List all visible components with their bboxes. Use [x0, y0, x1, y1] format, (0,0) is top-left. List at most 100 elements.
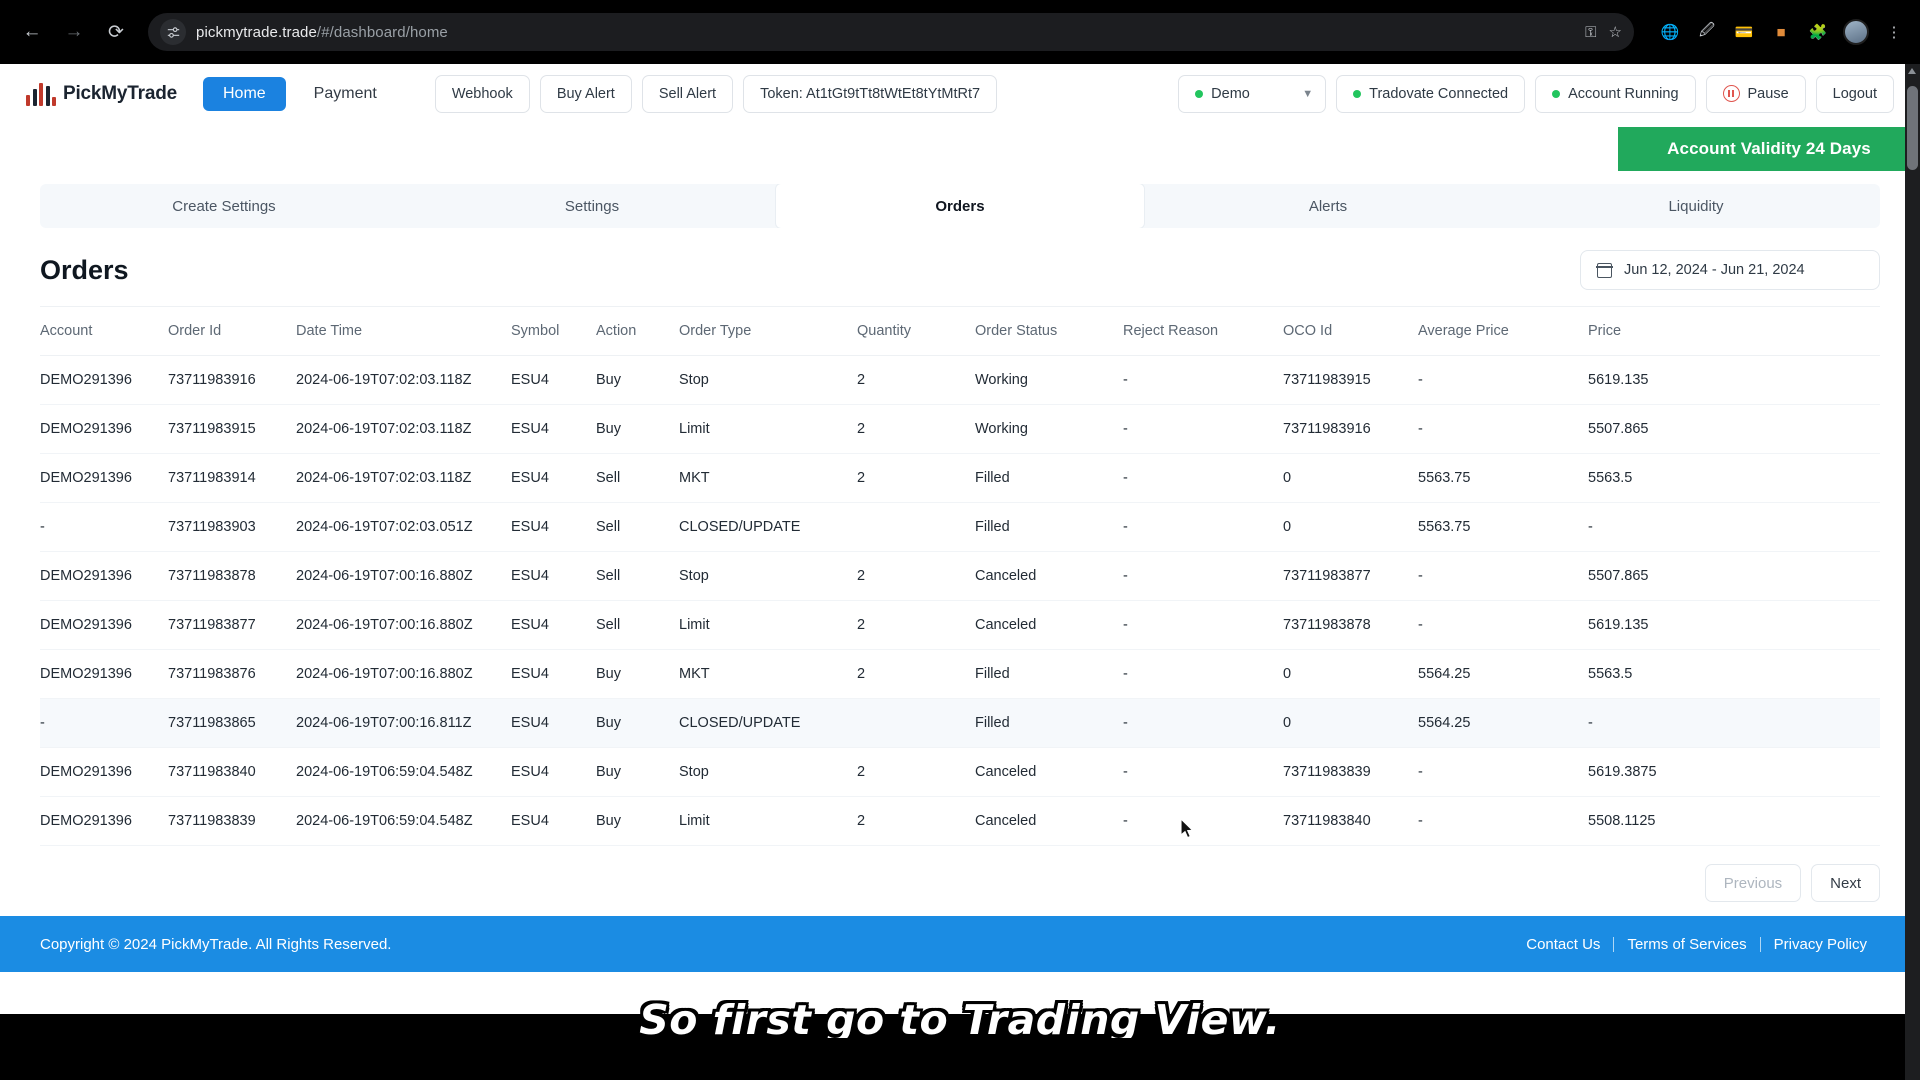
table-row[interactable]: DEMO291396 73711983915 2024-06-19T07:02:03…: [40, 404, 1880, 454]
footer-link-contact-us[interactable]: Contact Us: [1513, 936, 1613, 953]
brand-name: PickMyTrade: [63, 82, 177, 104]
cell-quantity: 2: [857, 600, 975, 650]
previous-page-button[interactable]: Previous: [1704, 864, 1802, 902]
cell-quantity: [857, 698, 975, 748]
next-page-button[interactable]: Next: [1811, 864, 1880, 902]
nav-item-home[interactable]: Home: [202, 76, 286, 111]
extension-globe-icon[interactable]: 🌐: [1658, 20, 1682, 44]
star-icon[interactable]: ☆: [1609, 23, 1622, 41]
cell-quantity: 2: [857, 551, 975, 601]
page-footer: Copyright © 2024 PickMyTrade. All Rights…: [0, 916, 1920, 972]
scrollbar-thumb[interactable]: [1907, 86, 1918, 170]
tab-liquidity[interactable]: Liquidity: [1512, 184, 1880, 228]
cell-oco-id: 73711983839: [1283, 747, 1418, 797]
pause-icon: [1722, 85, 1740, 102]
cell-symbol: ESU4: [511, 355, 596, 405]
video-caption-overlay: So first go to Trading View.: [639, 996, 1281, 1044]
table-row[interactable]: DEMO291396 73711983877 2024-06-19T07:00:16…: [40, 600, 1880, 650]
address-bar[interactable]: pickmytrade.trade/#/dashboard/home ⚿ ☆: [148, 13, 1634, 51]
cell-oco-id: 0: [1283, 698, 1418, 748]
cell-symbol: ESU4: [511, 796, 596, 846]
nav-item-payment[interactable]: Payment: [296, 77, 395, 111]
table-row[interactable]: -73711983865 2024-06-19T07:00:16.811Z ESU4…: [40, 698, 1880, 748]
cell-action: Buy: [596, 355, 679, 405]
status-dot-icon: [1552, 89, 1561, 98]
extensions-puzzle-icon[interactable]: 🧩: [1806, 20, 1830, 44]
tradovate-connected-status[interactable]: Tradovate Connected: [1336, 74, 1526, 113]
cell-order-type: Stop: [679, 355, 857, 405]
cell-order-type: Limit: [679, 796, 857, 846]
back-arrow-icon[interactable]: ←: [14, 14, 50, 50]
cell-quantity: 2: [857, 404, 975, 454]
password-key-icon[interactable]: ⚿: [1585, 24, 1596, 41]
kebab-menu-icon[interactable]: ⋮: [1882, 20, 1906, 44]
table-row[interactable]: DEMO291396 73711983916 2024-06-19T07:02:03…: [40, 355, 1880, 405]
cell-oco-id: 73711983916: [1283, 404, 1418, 454]
site-settings-icon[interactable]: [160, 19, 186, 45]
cell-quantity: 2: [857, 453, 975, 503]
tab-alerts[interactable]: Alerts: [1144, 184, 1512, 228]
date-range-picker[interactable]: Jun 12, 2024 - Jun 21, 2024: [1580, 250, 1880, 290]
table-row[interactable]: DEMO291396 73711983840 2024-06-19T06:59:04…: [40, 747, 1880, 797]
cell-average-price: -: [1418, 747, 1588, 797]
column-header-order-status: Order Status: [975, 307, 1123, 356]
pause-button[interactable]: Pause: [1705, 74, 1806, 113]
buy-alert-button[interactable]: Buy Alert: [539, 74, 632, 113]
browser-toolbar: ← → ⟳ pickmytrade.trade/#/dashboard/home…: [0, 0, 1920, 64]
column-header-action: Action: [596, 307, 679, 356]
cell-reject-reason: -: [1123, 796, 1283, 846]
table-row[interactable]: DEMO291396 73711983914 2024-06-19T07:02:03…: [40, 453, 1880, 503]
footer-link-terms-of-services[interactable]: Terms of Services: [1614, 936, 1759, 953]
tab-orders[interactable]: Orders: [776, 184, 1144, 228]
cell-date-time: 2024-06-19T07:02:03.118Z: [296, 355, 511, 405]
cell-date-time: 2024-06-19T07:00:16.880Z: [296, 551, 511, 601]
cell-average-price: -: [1418, 551, 1588, 601]
cell-order-status: Filled: [975, 698, 1123, 748]
cell-order-id: 73711983840: [168, 747, 296, 797]
cell-action: Sell: [596, 453, 679, 503]
cell-account: DEMO291396: [40, 355, 168, 405]
extension-orange-icon[interactable]: ■: [1769, 20, 1793, 44]
page-scrollbar[interactable]: [1905, 64, 1920, 1080]
environment-select[interactable]: Demo ▼: [1178, 74, 1327, 113]
cell-price: 5507.865: [1588, 551, 1880, 601]
scroll-up-arrow-icon[interactable]: [1908, 68, 1916, 74]
cell-average-price: -: [1418, 796, 1588, 846]
cell-order-type: Limit: [679, 404, 857, 454]
column-header-order-type: Order Type: [679, 307, 857, 356]
sell-alert-button[interactable]: Sell Alert: [641, 74, 734, 113]
cell-account: -: [40, 502, 168, 552]
cell-date-time: 2024-06-19T07:00:16.880Z: [296, 649, 511, 699]
extension-pen-icon[interactable]: 🖉: [1695, 20, 1719, 44]
profile-avatar[interactable]: [1843, 19, 1869, 45]
cell-action: Sell: [596, 600, 679, 650]
page-viewport: PickMyTrade Home Payment Webhook Buy Ale…: [0, 64, 1920, 1014]
status-dot-icon: [1353, 89, 1362, 98]
cell-order-id: 73711983877: [168, 600, 296, 650]
table-row[interactable]: DEMO291396 73711983878 2024-06-19T07:00:16…: [40, 551, 1880, 601]
cell-symbol: ESU4: [511, 747, 596, 797]
cell-symbol: ESU4: [511, 502, 596, 552]
footer-link-privacy-policy[interactable]: Privacy Policy: [1761, 936, 1880, 953]
cell-price: -: [1588, 502, 1880, 552]
tab-settings[interactable]: Settings: [408, 184, 776, 228]
cell-order-id: 73711983878: [168, 551, 296, 601]
reload-icon[interactable]: ⟳: [98, 14, 134, 50]
cell-quantity: 2: [857, 796, 975, 846]
forward-arrow-icon[interactable]: →: [56, 14, 92, 50]
table-row[interactable]: DEMO291396 73711983839 2024-06-19T06:59:04…: [40, 796, 1880, 846]
brand-logo-group[interactable]: PickMyTrade: [26, 82, 177, 106]
webhook-button[interactable]: Webhook: [434, 74, 530, 113]
column-header-oco-id: OCO Id: [1283, 307, 1418, 356]
cell-price: -: [1588, 698, 1880, 748]
cell-price: 5507.865: [1588, 404, 1880, 454]
cell-oco-id: 0: [1283, 502, 1418, 552]
table-row[interactable]: DEMO291396 73711983876 2024-06-19T07:00:16…: [40, 649, 1880, 699]
token-display[interactable]: Token: At1tGt9tTt8tWtEt8tYtMtRt7: [743, 74, 998, 113]
tab-create-settings[interactable]: Create Settings: [40, 184, 408, 228]
extension-card-icon[interactable]: 💳: [1732, 20, 1756, 44]
logout-button[interactable]: Logout: [1815, 74, 1894, 113]
table-row[interactable]: -73711983903 2024-06-19T07:02:03.051Z ESU4…: [40, 502, 1880, 552]
column-header-price: Price: [1588, 307, 1880, 356]
account-running-status[interactable]: Account Running: [1535, 74, 1696, 113]
